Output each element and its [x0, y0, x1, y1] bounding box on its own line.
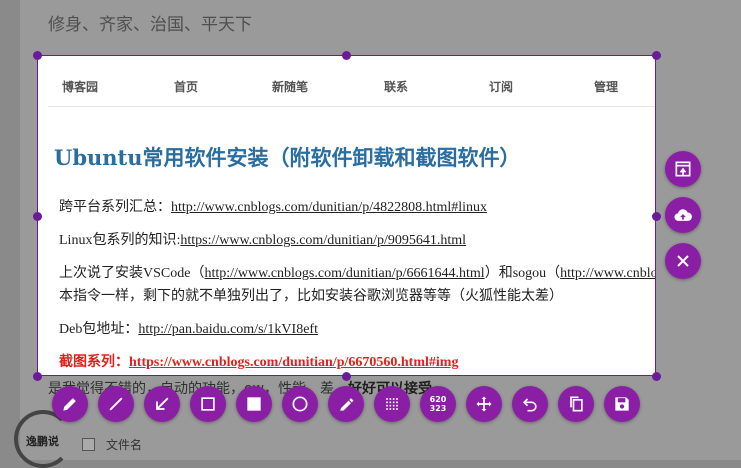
undo-icon — [522, 398, 537, 412]
blog-motto: 修身、齐家、治国、平天下 — [48, 15, 252, 35]
copy-icon — [570, 396, 583, 412]
nav-item-home[interactable]: 首页 — [174, 78, 198, 95]
resize-handle-top-left[interactable] — [33, 51, 42, 60]
sogou-link[interactable]: http://www.cnblogs.com/dunitian — [560, 266, 655, 281]
pixelate-tool-button[interactable] — [374, 386, 410, 422]
article-line-screenshot-series: 截图系列：https://www.cnblogs.com/dunitian/p/… — [59, 351, 458, 371]
filled-rectangle-icon — [247, 397, 261, 411]
nav-item-manage[interactable]: 管理 — [594, 78, 618, 95]
nav-item-new-post[interactable]: 新随笔 — [272, 78, 308, 95]
save-icon — [615, 397, 629, 411]
crossplatform-link[interactable]: http://www.cnblogs.com/dunitian/p/482280… — [171, 200, 487, 215]
selection-size-indicator: 620 323 — [420, 386, 456, 422]
line-text: ）和sogou（ — [484, 266, 561, 281]
line-label: Deb包地址： — [59, 322, 139, 337]
logo-text: 逸鹏说 — [26, 435, 59, 448]
selection-size-text: 620 323 — [430, 395, 447, 413]
pencil-icon — [63, 398, 76, 411]
circle-icon — [292, 396, 308, 412]
rectangle-tool-button[interactable] — [190, 386, 226, 422]
arrow-tool-button[interactable] — [144, 386, 180, 422]
filename-checkbox[interactable] — [82, 438, 95, 451]
marker-tool-button[interactable] — [328, 386, 364, 422]
selection-width: 620 — [429, 395, 447, 404]
screenshot-selection[interactable]: 博客园 首页 新随笔 联系 订阅 管理 Ubuntu常用软件安装（附软件卸载和截… — [37, 55, 656, 376]
resize-handle-top[interactable] — [342, 51, 351, 60]
selection-height: 323 — [429, 404, 447, 413]
line-label: 截图系列： — [59, 355, 129, 370]
save-button[interactable] — [604, 386, 640, 422]
linux-packages-link[interactable]: https://www.cnblogs.com/dunitian/p/90956… — [180, 233, 466, 248]
article-line-linux-packages: Linux包系列的知识:https://www.cnblogs.com/duni… — [59, 229, 466, 249]
nav-item-subscribe[interactable]: 订阅 — [489, 78, 513, 95]
resize-handle-bottom-right[interactable] — [652, 372, 661, 381]
pencil-tool-button[interactable] — [52, 386, 88, 422]
nav-item-contact[interactable]: 联系 — [384, 78, 408, 95]
article-line-deb: Deb包地址：http://pan.baidu.com/s/1kVI8eft — [59, 318, 318, 338]
article-line-crossplatform: 跨平台系列汇总：http://www.cnblogs.com/dunitian/… — [59, 196, 487, 216]
article-line-install-note: 本指令一样，剩下的就不单独列出了，比如安装谷歌浏览器等等（火狐性能太差） — [59, 289, 563, 304]
line-text: 上次说了安装VSCode（ — [59, 266, 205, 281]
resize-handle-bottom[interactable] — [342, 372, 351, 381]
close-icon — [677, 255, 689, 267]
nav-item-home-site[interactable]: 博客园 — [62, 78, 98, 95]
article-line-vscode: 上次说了安装VSCode（http://www.cnblogs.com/duni… — [59, 262, 655, 282]
line-tool-button[interactable] — [98, 386, 134, 422]
deb-link[interactable]: http://pan.baidu.com/s/1kVI8eft — [138, 322, 318, 337]
circle-tool-button[interactable] — [282, 386, 318, 422]
exit-capture-button[interactable] — [665, 243, 701, 279]
upload-button[interactable] — [665, 197, 701, 233]
arrow-icon — [156, 397, 169, 410]
pixelate-icon — [386, 398, 398, 410]
upload-cloud-icon — [674, 209, 692, 221]
screenshot-series-link[interactable]: https://www.cnblogs.com/dunitian/p/66705… — [129, 355, 458, 370]
article-title[interactable]: Ubuntu常用软件安装（附软件卸载和截图软件） — [54, 142, 521, 172]
vscode-link[interactable]: http://www.cnblogs.com/dunitian/p/666164… — [204, 266, 484, 281]
marker-icon — [340, 398, 354, 411]
line-label: 跨平台系列汇总： — [59, 200, 171, 215]
open-window-icon — [675, 161, 691, 177]
pin-to-screen-button[interactable] — [665, 151, 701, 187]
blog-nav-bar: 博客园 首页 新随笔 联系 订阅 管理 — [48, 56, 655, 107]
line-icon — [109, 397, 123, 411]
rectangle-icon — [201, 397, 215, 411]
resize-handle-left[interactable] — [33, 212, 42, 221]
filled-rectangle-tool-button[interactable] — [236, 386, 272, 422]
resize-handle-bottom-left[interactable] — [33, 372, 42, 381]
resize-handle-right[interactable] — [652, 212, 661, 221]
resize-handle-top-right[interactable] — [652, 51, 661, 60]
copy-button[interactable] — [558, 386, 594, 422]
line-label: Linux包系列的知识: — [59, 233, 181, 248]
filename-label: 文件名 — [106, 438, 143, 452]
move-tool-button[interactable] — [466, 386, 502, 422]
move-icon — [476, 396, 492, 412]
undo-button[interactable] — [512, 386, 548, 422]
